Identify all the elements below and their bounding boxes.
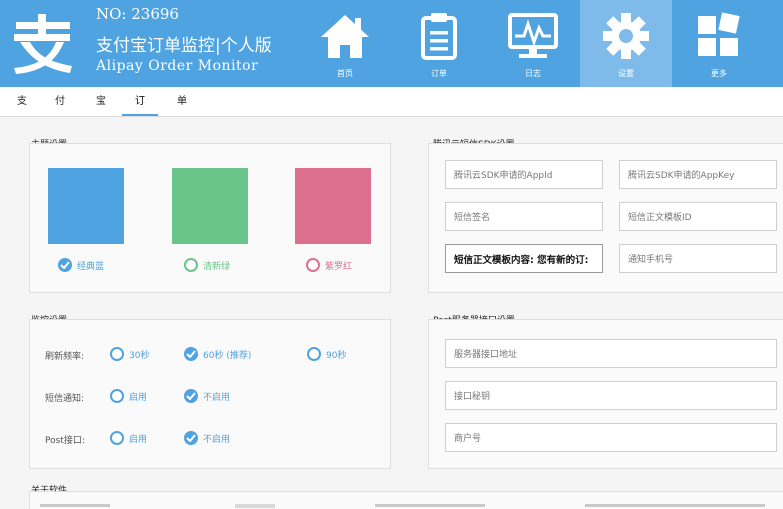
gear-icon: [603, 13, 649, 59]
tab-bao[interactable]: 宝: [83, 87, 119, 116]
about-text-line: [235, 504, 275, 508]
sms-notify-disable[interactable]: 不启用: [184, 389, 230, 403]
header-bar: NO: 23696 支付宝订单监控|个人版 Alipay Order Monit…: [0, 0, 783, 87]
radio-checked-icon: [184, 389, 198, 403]
about-text-line: [40, 504, 110, 507]
nav-more-label: 更多: [711, 69, 727, 78]
refresh-option-90[interactable]: 90秒: [307, 347, 346, 361]
post-merchant-input[interactable]: 商户号: [445, 423, 777, 452]
tab-dan[interactable]: 单: [164, 87, 200, 116]
sms-phone-input[interactable]: 通知手机号: [619, 244, 777, 273]
refresh-option-60[interactable]: 60秒 (推荐): [184, 347, 251, 361]
theme-option-green-label: 清新绿: [203, 261, 231, 272]
nav-more[interactable]: 更多: [673, 0, 765, 87]
nav-settings[interactable]: 设置: [580, 0, 672, 87]
home-icon: [321, 15, 369, 58]
refresh-option-90-label: 90秒: [326, 350, 347, 361]
post-api-enable[interactable]: 启用: [110, 431, 147, 445]
radio-unchecked-icon: [307, 347, 321, 361]
radio-unchecked-icon: [110, 347, 124, 361]
refresh-option-30-label: 30秒: [129, 350, 150, 361]
alipay-logo-icon: [14, 14, 72, 74]
refresh-label: 刷新频率:: [45, 352, 85, 362]
app-title: 支付宝订单监控|个人版: [96, 36, 272, 56]
radio-unchecked-icon: [306, 258, 320, 272]
radio-unchecked-icon: [184, 258, 198, 272]
nav-home[interactable]: 首页: [299, 0, 391, 87]
post-secret-input[interactable]: 接口秘钥: [445, 381, 777, 410]
order-number: NO: 23696: [96, 5, 179, 23]
theme-swatch-green[interactable]: [172, 168, 248, 244]
about-text-line: [585, 504, 765, 507]
post-api-label: Post接口:: [45, 436, 85, 446]
theme-option-blue-label: 经典蓝: [77, 261, 105, 272]
theme-swatch-blue[interactable]: [48, 168, 124, 244]
sms-appid-input[interactable]: 腾讯云SDK申请的AppId: [445, 160, 603, 189]
refresh-option-30[interactable]: 30秒: [110, 347, 149, 361]
post-api-disable[interactable]: 不启用: [184, 431, 230, 445]
sms-notify-enable-label: 启用: [129, 392, 148, 403]
theme-swatch-red[interactable]: [295, 168, 371, 244]
radio-unchecked-icon: [110, 389, 124, 403]
nav-log[interactable]: 日志: [487, 0, 579, 87]
sms-notify-enable[interactable]: 启用: [110, 389, 147, 403]
theme-option-red[interactable]: 紫罗红: [306, 258, 352, 272]
sms-sign-input[interactable]: 短信签名: [445, 202, 603, 231]
monitor-chart-icon: [508, 13, 558, 58]
sms-notify-disable-label: 不启用: [203, 392, 231, 403]
nav-home-label: 首页: [337, 69, 353, 78]
tab-zhi[interactable]: 支: [4, 87, 40, 116]
radio-checked-icon: [184, 347, 198, 361]
tiles-icon: [698, 12, 740, 56]
radio-checked-icon: [58, 258, 72, 272]
sms-appkey-input[interactable]: 腾讯云SDK申请的AppKey: [619, 160, 777, 189]
theme-option-red-label: 紫罗红: [325, 261, 353, 272]
sms-template-id-input[interactable]: 短信正文模板ID: [619, 202, 777, 231]
app-window: NO: 23696 支付宝订单监控|个人版 Alipay Order Monit…: [0, 0, 783, 509]
nav-log-label: 日志: [525, 69, 541, 78]
theme-option-blue[interactable]: 经典蓝: [58, 258, 104, 272]
tab-fu[interactable]: 付: [42, 87, 78, 116]
radio-checked-icon: [184, 431, 198, 445]
refresh-option-60-label: 60秒 (推荐): [203, 350, 252, 361]
post-api-enable-label: 启用: [129, 434, 148, 445]
post-api-disable-label: 不启用: [203, 434, 231, 445]
theme-option-green[interactable]: 清新绿: [184, 258, 230, 272]
about-content-cutoff: [30, 503, 770, 509]
clipboard-icon: [421, 13, 457, 60]
radio-unchecked-icon: [110, 431, 124, 445]
nav-orders-label: 订单: [431, 69, 447, 78]
post-url-input[interactable]: 服务器接口地址: [445, 339, 777, 368]
app-subtitle: Alipay Order Monitor: [96, 58, 259, 74]
about-text-line: [375, 504, 485, 507]
tab-ding[interactable]: 订: [122, 87, 158, 116]
tab-strip: 支 付 宝 订 单: [0, 87, 783, 117]
nav-settings-label: 设置: [618, 69, 634, 78]
nav-orders[interactable]: 订单: [393, 0, 485, 87]
sms-content-input[interactable]: 短信正文模板内容: 您有新的订:: [445, 244, 603, 273]
sms-notify-label: 短信通知:: [45, 394, 85, 404]
